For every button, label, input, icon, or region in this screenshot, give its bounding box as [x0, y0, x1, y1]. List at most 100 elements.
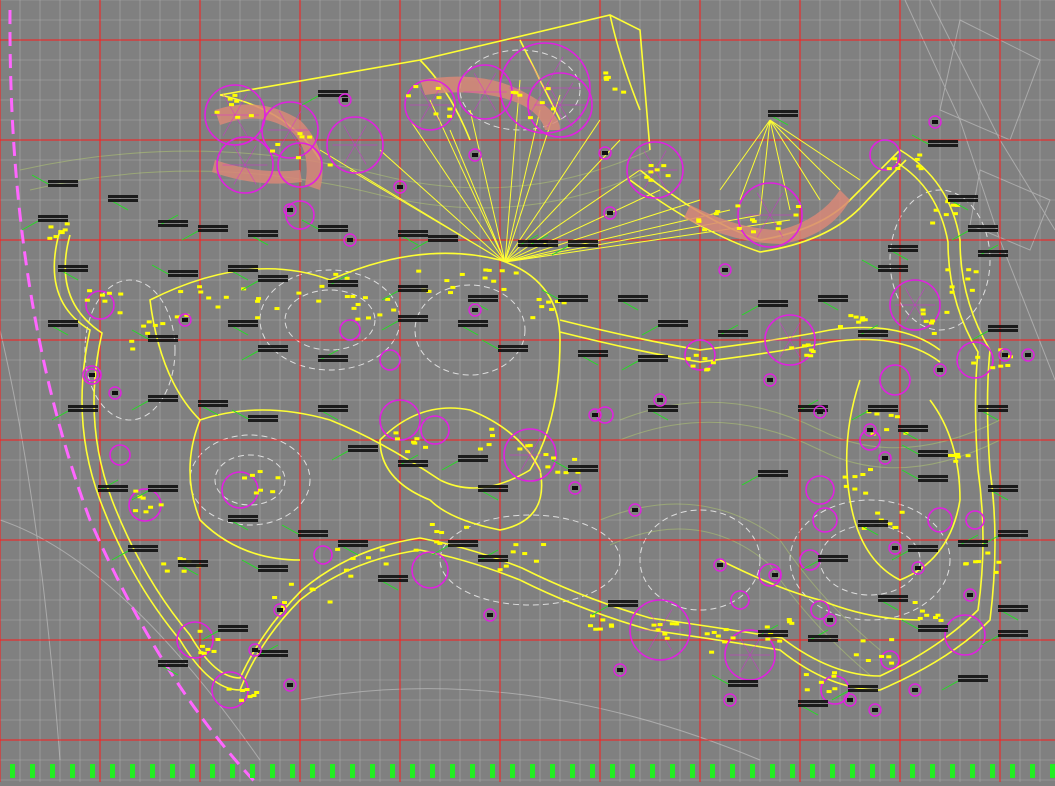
coord-label-line2 [958, 679, 988, 682]
setout-marker [503, 564, 509, 568]
coord-label-line2 [228, 324, 258, 327]
coord-label-line2 [768, 114, 798, 117]
setout-marker [240, 688, 246, 692]
setout-marker [545, 465, 551, 469]
tag-badge-text-mark [867, 428, 873, 432]
coord-label-line1 [758, 300, 788, 303]
coord-label-line2 [258, 569, 288, 572]
coord-label-line1 [878, 595, 908, 598]
ruler-tick [310, 764, 315, 778]
setout-marker [916, 164, 922, 168]
setout-marker [160, 322, 166, 326]
setout-marker [648, 164, 654, 168]
tag-badge-text-mark [592, 413, 598, 417]
setout-marker [965, 454, 971, 458]
setout-marker [715, 634, 721, 638]
setout-marker [826, 690, 832, 694]
coord-label-line1 [798, 700, 828, 703]
setout-marker [405, 450, 411, 454]
cad-drawing-canvas[interactable] [0, 0, 1055, 784]
setout-marker [211, 649, 217, 653]
coord-label-line2 [928, 144, 958, 147]
setout-marker [852, 487, 858, 491]
setout-marker [789, 346, 795, 350]
coord-label-line1 [808, 635, 838, 638]
setout-marker [593, 627, 599, 631]
coord-label-line1 [198, 400, 228, 403]
coord-label-line2 [398, 289, 428, 292]
setout-marker [711, 630, 717, 634]
setout-marker [587, 624, 593, 628]
setout-marker [894, 415, 900, 419]
setout-marker [343, 568, 349, 572]
coord-label-line1 [978, 405, 1008, 408]
setout-marker [145, 331, 151, 335]
setout-marker [765, 637, 771, 641]
setout-marker [206, 296, 212, 300]
setout-marker [256, 297, 262, 301]
setout-marker [973, 270, 979, 274]
tag-badge-text-mark [617, 668, 623, 672]
setout-marker [644, 175, 650, 179]
ruler-tick [730, 764, 735, 778]
setout-marker [344, 276, 350, 280]
ruler-tick [930, 764, 935, 778]
setout-marker [118, 292, 124, 296]
coord-label-line2 [148, 489, 178, 492]
ruler-tick [130, 764, 135, 778]
setout-marker [84, 298, 90, 302]
coord-label-line1 [218, 625, 248, 628]
setout-marker [938, 618, 944, 622]
setout-marker [572, 457, 578, 461]
setout-marker [751, 230, 757, 234]
setout-marker [255, 299, 261, 303]
coord-label-line2 [38, 219, 68, 222]
setout-marker [482, 276, 488, 280]
setout-marker [831, 671, 837, 675]
setout-marker [966, 268, 972, 272]
setout-marker [777, 639, 783, 643]
tag-badge-text-mark [347, 238, 353, 242]
setout-marker [710, 361, 716, 365]
setout-marker [751, 219, 757, 223]
coord-label-line2 [498, 349, 528, 352]
coord-label-line2 [478, 489, 508, 492]
setout-marker [143, 510, 149, 514]
coord-label-line2 [178, 564, 208, 567]
setout-marker [963, 562, 969, 566]
coord-label-line1 [98, 485, 128, 488]
setout-marker [539, 305, 545, 309]
setout-marker [895, 166, 901, 170]
coord-label-line1 [618, 295, 648, 298]
coord-label-line2 [858, 334, 888, 337]
setout-marker [889, 638, 895, 642]
coord-label-line2 [948, 199, 978, 202]
setout-marker [899, 510, 905, 514]
setout-marker [257, 488, 263, 492]
ruler-tick [870, 764, 875, 778]
setout-marker [608, 623, 614, 627]
coord-label-line1 [298, 530, 328, 533]
coord-label-line1 [758, 630, 788, 633]
setout-marker [549, 307, 555, 311]
setout-marker [205, 647, 211, 651]
setout-marker [436, 96, 442, 100]
setout-marker [161, 562, 167, 566]
setout-marker [837, 325, 843, 329]
ruler-tick [70, 764, 75, 778]
coord-label-line1 [468, 295, 498, 298]
setout-marker [47, 236, 53, 240]
setout-marker [801, 344, 807, 348]
ruler-tick [210, 764, 215, 778]
tag-badge-text-mark [472, 308, 478, 312]
setout-marker [146, 320, 152, 324]
setout-marker [394, 437, 400, 441]
coord-label-line2 [918, 454, 948, 457]
setout-marker [886, 167, 892, 171]
coord-label-line1 [918, 475, 948, 478]
coord-label-line1 [158, 660, 188, 663]
setout-marker [949, 290, 955, 294]
ruler-tick [50, 764, 55, 778]
coord-label-line1 [248, 415, 278, 418]
setout-marker [657, 623, 663, 627]
